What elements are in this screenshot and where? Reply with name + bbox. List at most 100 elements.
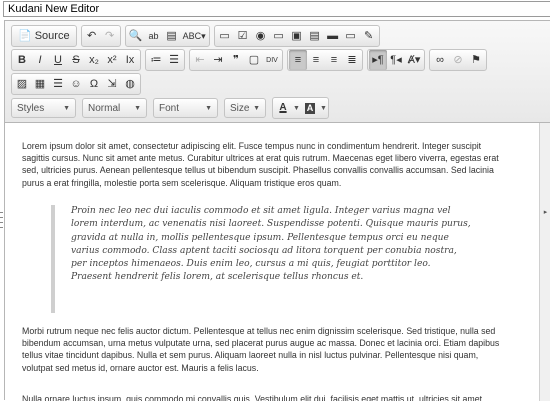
justify-button[interactable]: ≣ [343,50,361,70]
table-icon: ▦ [34,77,46,90]
styles-dropdown-label: Styles [17,102,45,114]
smiley-button[interactable]: ☺ [67,74,85,94]
horizontal-line-button[interactable]: ☰ [49,74,67,94]
toolbar-group: ≔ ☰ [145,49,185,71]
textfield-button[interactable]: ▭ [270,26,288,46]
background-color-icon: A [304,102,316,114]
div-container-icon: DIV [266,56,278,64]
page-break-button[interactable]: ⇲ [103,74,121,94]
div-button[interactable]: ▢ [245,50,263,70]
undo-button[interactable]: ↶ [83,26,101,46]
replace-button[interactable]: ab [145,26,163,46]
align-left-button[interactable]: ≡ [289,50,307,70]
document-title-field[interactable] [3,1,550,17]
rich-text-editor: 📄 Source ↶ ↷ 🔍 ab ▤ ABC▾ ▭ ☑ ◉ ▭ ▣ ▤ ▬ ▭ ✎ B I U Sx₂ x² Ix ≔ ☰ ⇤… [4,20,550,401]
font-dropdown[interactable]: Font ▼ [153,98,218,118]
checkbox-icon: ☑ [237,29,248,42]
indent-button[interactable]: ⇥ [209,50,227,70]
form-button[interactable]: ▭ [216,26,234,46]
toolbar-row-3: ▨ ▦ ☰ ☺ Ω ⇲ ◍ [11,72,141,96]
toolbar-row-4: Styles ▼ Normal ▼ Font ▼ Size ▼ A ▼ A ▼ [11,96,329,120]
background-color-button[interactable]: A [301,98,319,118]
editor-content-area[interactable]: Lorem ipsum dolor sit amet, consectetur … [5,123,540,401]
iframe-button[interactable]: ◍ [121,74,139,94]
outdent-button[interactable]: ⇤ [191,50,209,70]
special-char-icon: Ω [89,77,99,90]
ltr-button[interactable]: ▸¶ [369,50,387,70]
indent-icon: ⇥ [213,53,223,66]
italic-button[interactable]: I [31,50,49,70]
image-button[interactable]: ▨ [13,74,31,94]
imagebutton-field-button[interactable]: ✎ [360,26,378,46]
align-center-icon: ≡ [312,53,320,66]
chevron-down-icon: ▼ [319,104,327,112]
paragraph-2: Morbi rutrum neque nec felis auctor dict… [22,326,500,373]
table-button[interactable]: ▦ [31,74,49,94]
toolbar-row-2: B I U Sx₂ x² Ix ≔ ☰ ⇤ ⇥ ❞ ▢ DIV ≡ ≡ ≡ ≣ ▸¶ ¶◂ Ⱥ▾ ∞ ⊘ ⚑ [11,48,487,72]
format-dropdown[interactable]: Normal ▼ [82,98,147,118]
blockquote-button[interactable]: ❞ [227,50,245,70]
bulleted-list-button[interactable]: ☰ [165,50,183,70]
blockquote-text: Proin nec leo nec dui iaculis commodo et… [71,206,471,283]
blockquote: Proin nec leo nec dui iaculis commodo et… [51,205,471,313]
textarea-button[interactable]: ▣ [288,26,306,46]
align-center-button[interactable]: ≡ [307,50,325,70]
checkbox-button[interactable]: ☑ [234,26,252,46]
chevron-down-icon: ▼ [205,104,212,112]
spellcheck-button[interactable]: ABC▾ [181,26,208,46]
special-char-button[interactable]: Ω [85,74,103,94]
replace-icon: ab [148,30,159,41]
resize-grip-icon[interactable] [0,212,4,228]
radio-button[interactable]: ◉ [252,26,270,46]
hidden-field-button[interactable]: ▭ [342,26,360,46]
find-button[interactable]: 🔍 [127,26,145,46]
bold-icon: B [18,53,26,66]
editor-toolbar: 📄 Source ↶ ↷ 🔍 ab ▤ ABC▾ ▭ ☑ ◉ ▭ ▣ ▤ ▬ ▭ ✎ B I U Sx₂ x² Ix ≔ ☰ ⇤… [5,21,550,123]
language-button[interactable]: Ⱥ▾ [405,50,423,70]
underline-button[interactable]: U [49,50,67,70]
strike-button[interactable]: S [67,50,85,70]
smiley-icon: ☺ [70,77,82,90]
remove-format-icon: Ix [125,53,135,66]
toolbar-group: ⇤ ⇥ ❞ ▢ DIV [189,49,283,71]
color-group: A ▼ A ▼ [272,97,329,119]
underline-icon: U [54,53,62,66]
styles-dropdown[interactable]: Styles ▼ [11,98,76,118]
text-color-button[interactable]: A [274,98,292,118]
bold-button[interactable]: B [13,50,31,70]
subscript-button[interactable]: x₂ [85,50,103,70]
ltr-icon: ▸¶ [372,53,384,66]
toolbar-group: 🔍 ab ▤ ABC▾ [124,25,210,47]
toolbar-group: ▸¶ ¶◂ Ⱥ▾ [367,49,425,71]
anchor-button[interactable]: ⚑ [467,50,485,70]
unlink-button[interactable]: ⊘ [449,50,467,70]
superscript-icon: x² [107,53,117,66]
vertical-scrollbar[interactable]: ▸ [540,123,550,401]
link-button[interactable]: ∞ [431,50,449,70]
rtl-icon: ¶◂ [390,53,402,66]
redo-button[interactable]: ↷ [101,26,119,46]
strike-icon: S [72,53,80,66]
select-all-button[interactable]: ▤ [163,26,181,46]
align-right-button[interactable]: ≡ [325,50,343,70]
paragraph-1: Lorem ipsum dolor sit amet, consectetur … [22,141,499,188]
toolbar-group: ≡ ≡ ≡ ≣ [287,49,363,71]
rtl-button[interactable]: ¶◂ [387,50,405,70]
source-icon: 📄 [18,29,32,42]
select-button[interactable]: ▤ [306,26,324,46]
size-dropdown[interactable]: Size ▼ [224,98,266,118]
div-container-button[interactable]: DIV [263,50,281,70]
text-color-icon: A [279,102,287,113]
spellcheck-icon: ABC▾ [182,30,206,41]
source-label: Source [34,30,70,42]
find-icon: 🔍 [128,29,143,42]
source-button[interactable]: 📄 Source [13,26,75,46]
image-button-button[interactable]: ▬ [324,26,342,46]
unlink-icon: ⊘ [453,53,463,66]
superscript-button[interactable]: x² [103,50,121,70]
font-dropdown-label: Font [159,102,180,114]
numbered-list-button[interactable]: ≔ [147,50,165,70]
subscript-icon: x₂ [89,53,99,66]
toolbar-group: ▭ ☑ ◉ ▭ ▣ ▤ ▬ ▭ ✎ [213,25,380,47]
remove-format-button[interactable]: Ix [121,50,139,70]
